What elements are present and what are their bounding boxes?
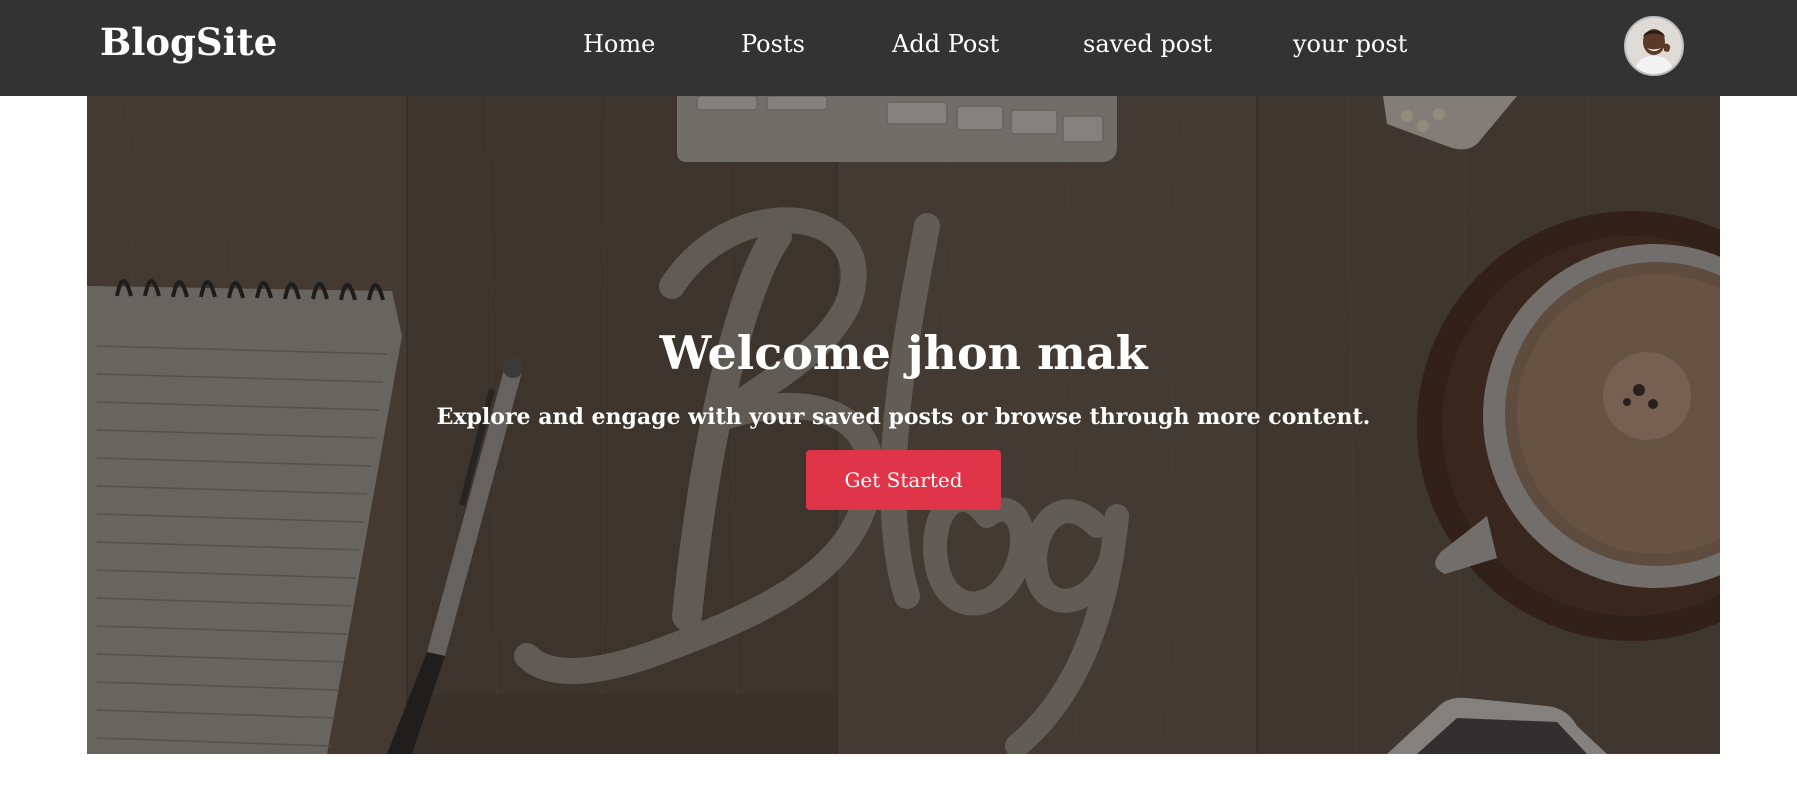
nav-link-saved-post[interactable]: saved post [1083, 30, 1212, 58]
navbar: BlogSite Home Posts Add Post saved post … [0, 0, 1797, 96]
user-avatar-icon[interactable] [1624, 16, 1684, 76]
avatar-portrait-icon [1626, 18, 1682, 74]
hero-title: Welcome jhon mak [659, 326, 1148, 380]
nav-link-posts[interactable]: Posts [741, 30, 805, 58]
get-started-button[interactable]: Get Started [806, 450, 1001, 510]
nav-link-home[interactable]: Home [583, 30, 655, 58]
hero-subtitle: Explore and engage with your saved posts… [436, 404, 1371, 430]
hero-banner: Welcome jhon mak Explore and engage with… [87, 96, 1720, 754]
nav-link-add-post[interactable]: Add Post [892, 30, 999, 58]
nav-link-your-post[interactable]: your post [1293, 30, 1407, 58]
hero-content: Welcome jhon mak Explore and engage with… [87, 96, 1720, 754]
brand-logo[interactable]: BlogSite [100, 20, 277, 64]
